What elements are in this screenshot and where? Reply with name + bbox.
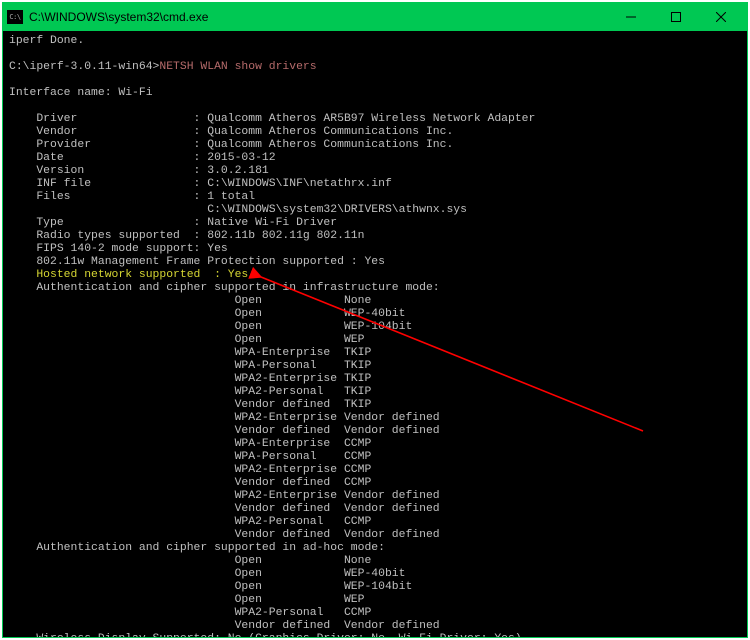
adhoc-cipher-list: Open None Open WEP-40bit Open WEP-104bit… <box>9 555 440 632</box>
driver-properties: Driver : Qualcomm Atheros AR5B97 Wireles… <box>9 113 535 255</box>
wireless-display-line: Wireless Display Supported: No (Graphics… <box>36 633 521 637</box>
titlebar[interactable]: C:\ C:\WINDOWS\system32\cmd.exe <box>3 3 747 31</box>
auth-adhoc-header: Authentication and cipher supported in a… <box>36 542 385 554</box>
window-controls <box>608 3 743 31</box>
cmd-window: C:\ C:\WINDOWS\system32\cmd.exe iperf Do… <box>2 2 748 638</box>
window-title: C:\WINDOWS\system32\cmd.exe <box>29 10 208 24</box>
auth-infra-header: Authentication and cipher supported in i… <box>36 282 439 294</box>
infra-cipher-list: Open None Open WEP-40bit Open WEP-104bit… <box>9 295 440 541</box>
mfp-line: 802.11w Management Frame Protection supp… <box>36 256 385 268</box>
close-button[interactable] <box>698 3 743 31</box>
hosted-network-line: Hosted network supported : Yes <box>36 269 248 281</box>
minimize-button[interactable] <box>608 3 653 31</box>
prompt: C:\iperf-3.0.11-win64> <box>9 61 159 73</box>
cmd-icon: C:\ <box>7 10 23 24</box>
command-text: NETSH WLAN show drivers <box>159 61 316 73</box>
terminal-output[interactable]: iperf Done. C:\iperf-3.0.11-win64>NETSH … <box>3 31 747 637</box>
status-line: iperf Done. <box>9 35 84 47</box>
maximize-button[interactable] <box>653 3 698 31</box>
interface-name: Interface name: Wi-Fi <box>9 87 153 99</box>
